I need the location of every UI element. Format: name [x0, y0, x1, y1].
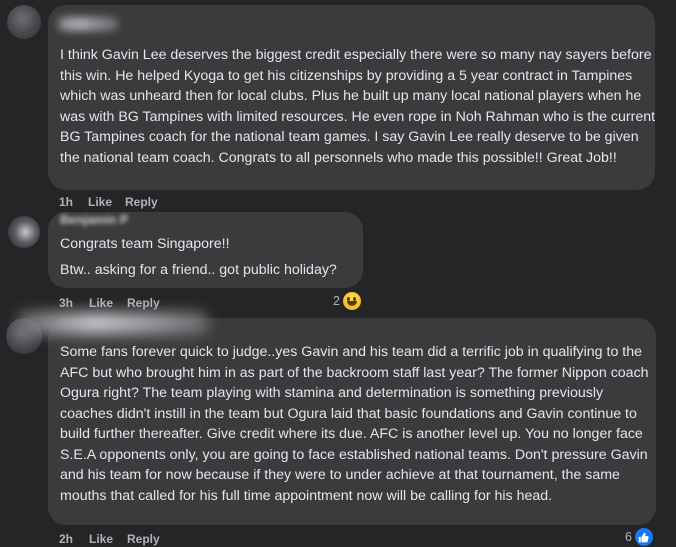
- like-thumb-icon: [634, 528, 653, 546]
- avatar[interactable]: [7, 5, 41, 39]
- comment-time[interactable]: 2h: [59, 532, 89, 546]
- reply-button[interactable]: Reply: [125, 195, 158, 209]
- reply-button[interactable]: Reply: [127, 532, 160, 546]
- author-name-redacted[interactable]: [18, 312, 208, 334]
- comment-text: I think Gavin Lee deserves the biggest c…: [60, 47, 656, 166]
- comment-actions: 1h Like Reply: [59, 195, 158, 209]
- comment-actions: 2h Like Reply: [59, 532, 160, 546]
- like-button[interactable]: Like: [89, 532, 127, 546]
- comment-text: Some fans forever quick to judge..yes Ga…: [60, 344, 649, 504]
- comment-actions: 3h Like Reply: [59, 296, 160, 310]
- comment-text: Btw.. asking for a friend.. got public h…: [60, 262, 337, 278]
- reaction-summary[interactable]: 2: [333, 292, 361, 310]
- like-button[interactable]: Like: [88, 195, 125, 209]
- reply-button[interactable]: Reply: [127, 296, 160, 310]
- comment-text: Congrats team Singapore!!: [60, 236, 230, 252]
- author-name[interactable]: Benjamin P: [60, 213, 128, 227]
- comment-time[interactable]: 1h: [59, 195, 88, 209]
- avatar[interactable]: [8, 216, 40, 248]
- author-name-redacted[interactable]: [58, 17, 118, 31]
- reaction-count: 2: [333, 294, 340, 308]
- haha-emoji-icon: [342, 292, 361, 310]
- reaction-count: 6: [625, 530, 632, 544]
- comment-time[interactable]: 3h: [59, 296, 89, 310]
- like-button[interactable]: Like: [89, 296, 127, 310]
- reaction-summary[interactable]: 6: [625, 528, 653, 546]
